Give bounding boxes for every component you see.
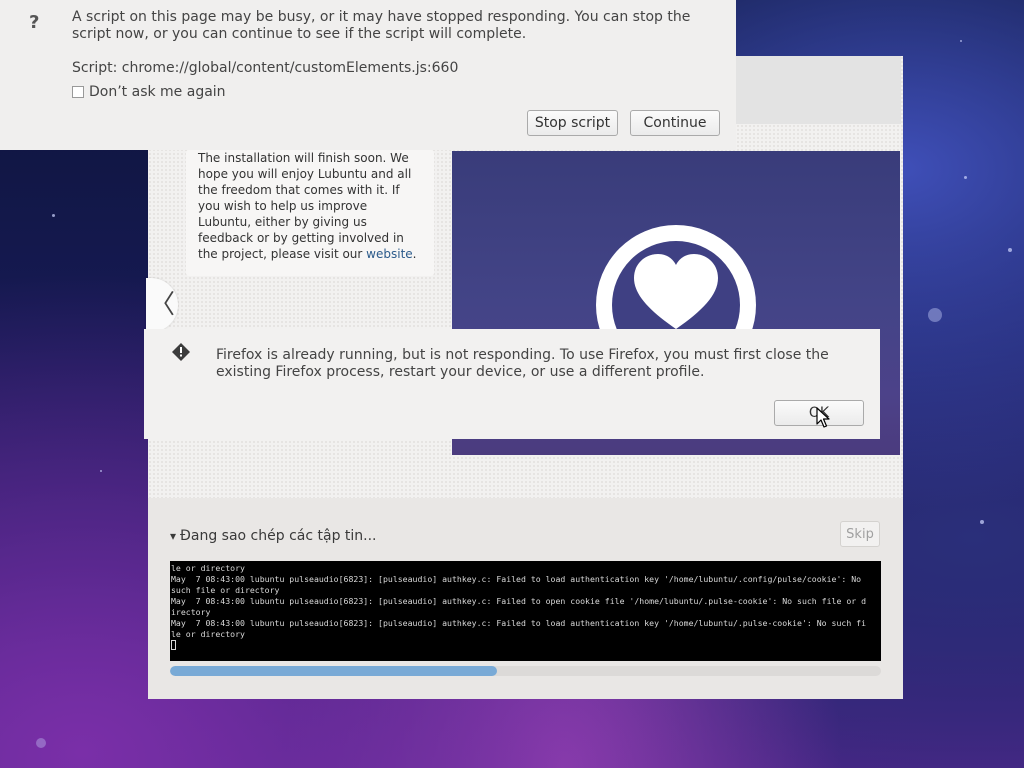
firefox-running-dialog: Firefox is already running, but is not r… <box>144 329 880 439</box>
terminal-text: le or directory May 7 08:43:00 lubuntu p… <box>171 563 867 639</box>
background-star <box>52 214 55 217</box>
chevron-left-icon: 〈 <box>148 290 175 320</box>
background-star <box>1008 248 1012 252</box>
background-star <box>36 738 46 748</box>
stop-script-button[interactable]: Stop script <box>527 110 618 136</box>
background-star <box>100 470 102 472</box>
firefox-error-message: Firefox is already running, but is not r… <box>216 347 829 380</box>
background-star <box>980 520 984 524</box>
script-message: A script on this page may be busy, or it… <box>72 9 691 42</box>
terminal-log: le or directory May 7 08:43:00 lubuntu p… <box>170 561 881 661</box>
terminal-cursor <box>171 640 176 650</box>
website-link[interactable]: website <box>366 247 413 261</box>
slide-prev-button[interactable]: 〈 <box>146 278 178 332</box>
skip-button[interactable]: Skip <box>840 521 880 547</box>
warning-icon <box>172 343 190 361</box>
dont-ask-checkbox[interactable]: Don’t ask me again <box>72 84 226 100</box>
background-star <box>964 176 967 179</box>
script-busy-dialog: ? A script on this page may be busy, or … <box>0 0 736 150</box>
installer-header-area <box>736 56 901 124</box>
mouse-pointer-icon <box>816 407 830 428</box>
slide-text-end: . <box>412 247 417 261</box>
expander-arrow-icon: ▾ <box>170 529 177 543</box>
dont-ask-label: Don’t ask me again <box>89 84 226 100</box>
question-icon: ? <box>29 12 40 33</box>
progress-expander[interactable]: ▾ Đang sao chép các tập tin... <box>170 528 377 544</box>
progress-panel: ▾ Đang sao chép các tập tin... Skip le or… <box>148 498 903 699</box>
background-star <box>928 308 942 322</box>
progress-bar <box>170 666 881 676</box>
progress-title-label: Đang sao chép các tập tin... <box>180 528 377 544</box>
slide-text-panel: The installation will finish soon. We ho… <box>186 150 434 276</box>
checkbox-box[interactable] <box>72 86 84 98</box>
progress-bar-fill <box>170 666 498 676</box>
background-star <box>960 40 962 42</box>
slide-text: The installation will finish soon. We ho… <box>198 151 412 261</box>
script-path: Script: chrome://global/content/customEl… <box>72 60 459 76</box>
continue-button[interactable]: Continue <box>630 110 720 136</box>
